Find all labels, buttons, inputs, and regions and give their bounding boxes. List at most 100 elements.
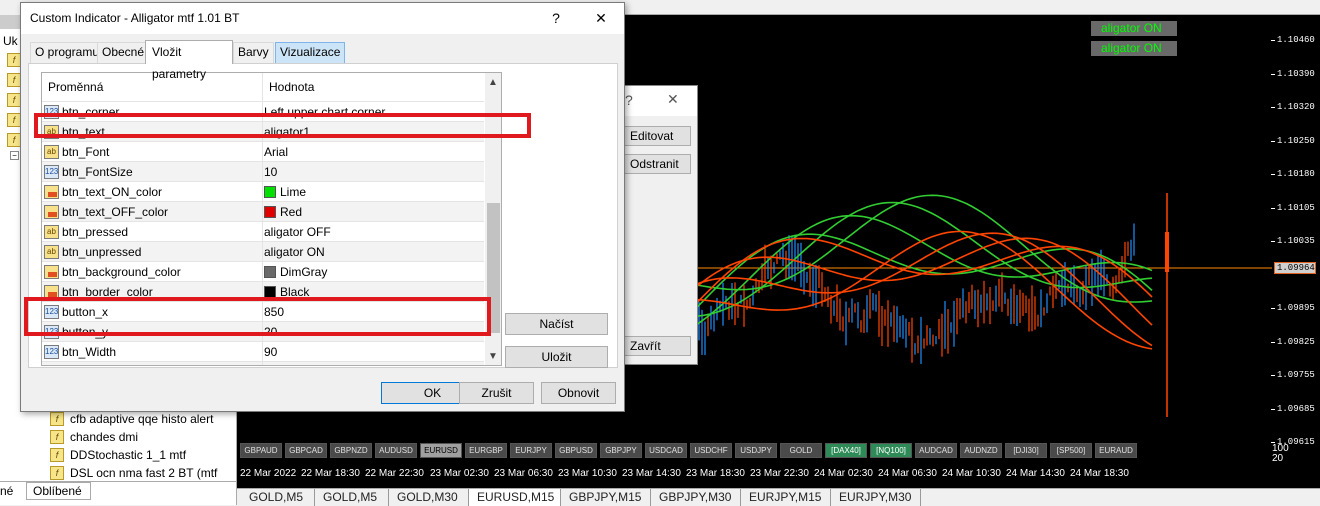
price-label: 1.10390 xyxy=(1277,68,1315,79)
symbol-button[interactable]: AUDNZD xyxy=(960,443,1002,458)
parameter-value[interactable]: aligator ON xyxy=(262,242,482,262)
custom-indicator-dialog: Custom Indicator - Alligator mtf 1.01 BT… xyxy=(20,2,625,412)
symbol-button[interactable]: EURJPY xyxy=(510,443,552,458)
price-tick xyxy=(1271,341,1275,343)
parameter-row[interactable]: btn_text_OFF_color Red xyxy=(42,201,484,222)
parameter-row[interactable]: ab btn_pressed aligator OFF xyxy=(42,221,484,242)
chart-tab[interactable]: GOLD,M30 xyxy=(389,489,469,506)
save-button[interactable]: Uložit xyxy=(505,346,608,368)
parameter-value[interactable]: Red xyxy=(262,202,482,222)
price-label: 1.10320 xyxy=(1277,102,1315,112)
symbol-button[interactable]: EURUSD xyxy=(420,443,462,458)
chart-tab[interactable]: GOLD,M5 xyxy=(241,489,315,506)
parameter-value[interactable]: 20 xyxy=(262,362,482,365)
tree-collapse-icon[interactable]: − xyxy=(10,151,19,160)
symbol-button[interactable]: GBPUSD xyxy=(555,443,597,458)
price-label: 1.09755 xyxy=(1277,370,1315,380)
parameter-row[interactable]: ab btn_unpressed aligator ON xyxy=(42,241,484,262)
chart-tab[interactable]: GBPJPY,M15 xyxy=(561,489,651,506)
reset-button[interactable]: Obnovit xyxy=(541,382,616,404)
parameter-value-text: Arial xyxy=(264,145,289,159)
indicator-icon: f xyxy=(7,73,21,87)
current-price-label: 1.09964 xyxy=(1274,262,1316,274)
symbol-button[interactable]: GBPJPY xyxy=(600,443,642,458)
parameter-row[interactable]: 123btn_Height 20 xyxy=(42,361,484,365)
time-label: 24 Mar 14:30 xyxy=(1006,468,1065,479)
tab-about[interactable]: O programu xyxy=(30,42,105,63)
chart-tab[interactable]: GBPJPY,M30 xyxy=(651,489,741,506)
indicator-icon: f xyxy=(50,448,64,462)
parameter-row[interactable]: btn_background_color DimGray xyxy=(42,261,484,282)
indicator-icon: f xyxy=(50,412,64,426)
symbol-button[interactable]: USDJPY xyxy=(735,443,777,458)
symbol-button[interactable]: [NQ100] xyxy=(870,443,912,458)
help-button[interactable]: ? xyxy=(534,3,578,34)
alligator-toggle-button[interactable]: aligator ON xyxy=(1090,40,1178,57)
indicator-icon: f xyxy=(50,430,64,444)
indicator-icon: f xyxy=(7,113,21,127)
navigator-item[interactable]: chandes dmi xyxy=(70,430,138,448)
text-type-icon: ab xyxy=(44,145,59,159)
parameter-name: btn_text_ON_color xyxy=(62,185,163,199)
time-label: 22 Mar 22:30 xyxy=(365,468,424,479)
time-label: 23 Mar 02:30 xyxy=(430,468,489,479)
parameter-value[interactable]: aligator OFF xyxy=(262,222,482,242)
parameter-value[interactable]: Lime xyxy=(262,182,482,202)
symbol-button[interactable]: [DAX40] xyxy=(825,443,867,458)
close-icon[interactable]: ✕ xyxy=(579,3,623,34)
symbol-button[interactable]: AUDUSD xyxy=(375,443,417,458)
parameter-name: btn_Height xyxy=(62,362,260,365)
navigator-tab[interactable]: Uk xyxy=(3,34,18,48)
column-header-value[interactable]: Hodnota xyxy=(262,73,484,101)
parameter-row[interactable]: ab btn_Font Arial xyxy=(42,141,484,162)
cancel-button[interactable]: Zrušit xyxy=(459,382,534,404)
symbol-button[interactable]: USDCAD xyxy=(645,443,687,458)
load-button[interactable]: Načíst xyxy=(505,313,608,335)
symbol-button[interactable]: AUDCAD xyxy=(915,443,957,458)
chart-tab[interactable]: GOLD,M5 xyxy=(315,489,389,506)
alligator-toggle-button[interactable]: aligator ON xyxy=(1090,20,1178,37)
delete-button[interactable]: Odstranit xyxy=(621,154,691,174)
text-type-icon: ab xyxy=(44,245,59,259)
parameter-row[interactable]: 123 btn_Width 90 xyxy=(42,341,484,362)
help-button[interactable]: ? xyxy=(625,92,633,108)
symbol-button[interactable]: USDCHF xyxy=(690,443,732,458)
close-button[interactable]: Zavřít xyxy=(621,336,691,356)
symbol-button[interactable]: GBPCAD xyxy=(285,443,327,458)
edit-button[interactable]: Editovat xyxy=(621,126,691,146)
parameter-value[interactable]: 10 xyxy=(262,162,482,182)
symbol-button[interactable]: GBPNZD xyxy=(330,443,372,458)
chart-tab[interactable]: EURJPY,M30 xyxy=(831,489,921,506)
chart-tab[interactable]: EURJPY,M15 xyxy=(741,489,831,506)
symbol-button[interactable]: [DJI30] xyxy=(1005,443,1047,458)
number-type-icon: 123 xyxy=(44,165,59,179)
price-tick xyxy=(1271,207,1275,209)
symbol-button[interactable]: EURAUD xyxy=(1095,443,1137,458)
number-type-icon: 123 xyxy=(44,345,59,359)
scroll-down-icon[interactable]: ▼ xyxy=(488,351,498,362)
navigator-item[interactable]: DDStochastic 1_1 mtf xyxy=(70,448,186,466)
tab-common[interactable]: Obecné xyxy=(97,42,150,63)
parameter-value[interactable]: 90 xyxy=(262,342,482,362)
scroll-up-icon[interactable]: ▲ xyxy=(488,77,498,88)
chart-tab[interactable]: EURUSD,M15 xyxy=(469,489,561,506)
candle-body xyxy=(1165,232,1169,272)
parameter-value[interactable]: Arial xyxy=(262,142,482,162)
navigator-bottom-tab-favorites[interactable]: Oblíbené xyxy=(26,482,91,500)
tab-colors[interactable]: Barvy xyxy=(233,42,274,63)
parameter-value[interactable]: DimGray xyxy=(262,262,482,282)
tab-inputs-active[interactable]: Vložit parametry xyxy=(145,40,233,81)
symbol-button[interactable]: GBPAUD xyxy=(240,443,282,458)
symbol-button[interactable]: GOLD xyxy=(780,443,822,458)
highlight-box xyxy=(24,297,491,336)
parameter-value-text: Lime xyxy=(280,185,307,199)
navigator-bottom-tab[interactable]: né xyxy=(0,484,13,498)
parameter-row[interactable]: 123 btn_FontSize 10 xyxy=(42,161,484,182)
close-icon[interactable]: ✕ xyxy=(667,91,679,108)
navigator-item[interactable]: cfb adaptive qqe histo alert xyxy=(70,412,213,430)
symbol-button[interactable]: EURGBP xyxy=(465,443,507,458)
symbol-button[interactable]: [SP500] xyxy=(1050,443,1092,458)
parameter-row[interactable]: btn_text_ON_color Lime xyxy=(42,181,484,202)
toolbar xyxy=(625,0,1320,15)
tab-visualization[interactable]: Vizualizace xyxy=(275,42,346,63)
